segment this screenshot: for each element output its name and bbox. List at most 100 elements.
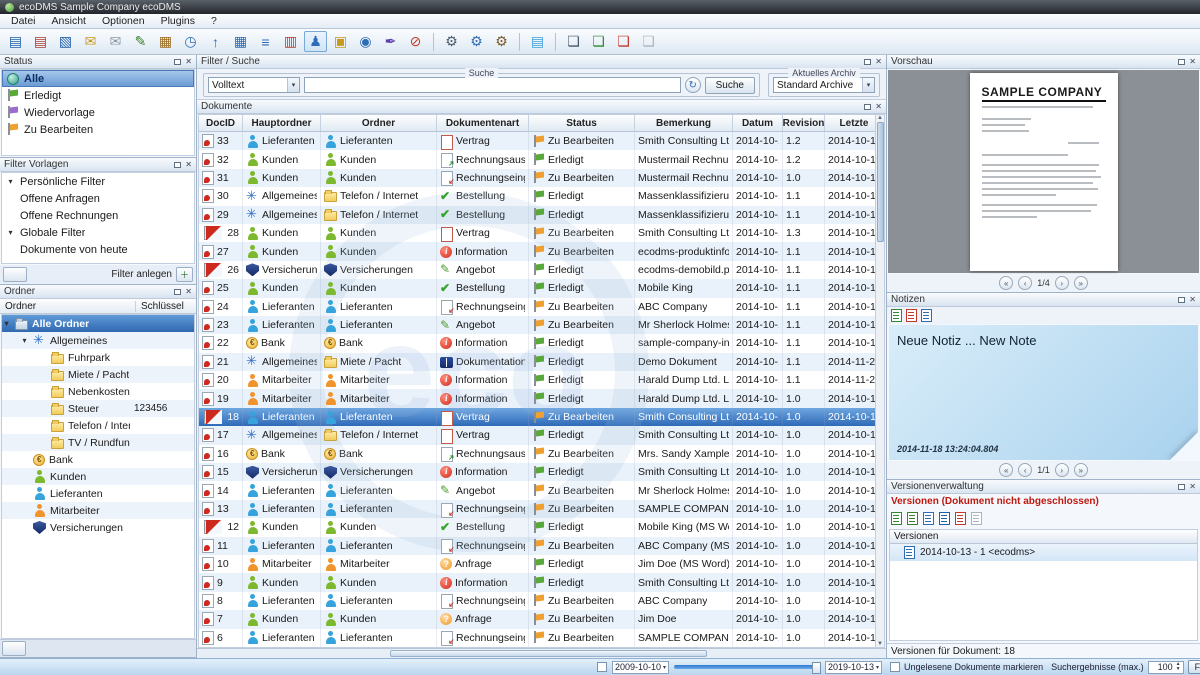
folder-item-mitarbeiter[interactable]: Mitarbeiter [2, 502, 194, 519]
table-row[interactable]: 6LieferantenLieferantenRechnungseingangZ… [199, 629, 884, 647]
filter-item-offene-anfragen[interactable]: Offene Anfragen [2, 190, 194, 207]
sticky-note-icon[interactable]: ▤ [526, 31, 549, 52]
table-row[interactable]: 18LieferantenLieferantenVertragZu Bearbe… [199, 408, 884, 426]
table-row[interactable]: 16BankBankRechnungsausgangZu BearbeitenM… [199, 445, 884, 463]
save-icon[interactable]: ▤ [4, 31, 27, 52]
filter-item-offene-rechnungen[interactable]: Offene Rechnungen [2, 207, 194, 224]
add-filter-button[interactable]: ＋ [176, 267, 193, 282]
column-header-docid[interactable]: DocID [199, 115, 243, 131]
menu-item-[interactable]: ? [203, 15, 225, 27]
table-row[interactable]: 19MitarbeiterMitarbeiterInformationErled… [199, 389, 884, 407]
scrollbar-thumb[interactable] [877, 122, 884, 242]
date-filter-checkbox[interactable] [597, 662, 607, 672]
table-row[interactable]: 24LieferantenLieferantenRechnungseingang… [199, 298, 884, 316]
first-page-button[interactable]: « [999, 276, 1013, 290]
search-dialog-icon[interactable]: ◉ [354, 31, 377, 52]
menu-item-plugins[interactable]: Plugins [153, 15, 203, 27]
search-button[interactable]: Suche [705, 77, 755, 94]
document-preview[interactable]: SAMPLE COMPANY [888, 70, 1199, 273]
export-pdf-icon[interactable]: ▤ [29, 31, 52, 52]
new-document-icon[interactable]: ❏ [562, 31, 585, 52]
expander-icon[interactable]: ▾ [2, 319, 11, 328]
scrollbar-thumb[interactable] [390, 650, 707, 657]
column-header-status[interactable]: Status [529, 115, 635, 131]
table-row[interactable]: 21AllgemeinesMiete / PachtDokumentationE… [199, 353, 884, 371]
block-icon[interactable]: ⊘ [404, 31, 427, 52]
folders-column-key[interactable]: Schlüssel [136, 301, 196, 312]
table-row[interactable]: 17AllgemeinesTelefon / InternetVertragEr… [199, 426, 884, 444]
open-email-icon[interactable]: ✉ [104, 31, 127, 52]
folder-item-miete-pacht[interactable]: Miete / Pacht [2, 366, 194, 383]
folders-column-name[interactable]: Ordner [0, 301, 136, 312]
results-max-spinner[interactable]: 100 ▲▼ [1148, 661, 1184, 674]
folder-item-tv-rundfunk[interactable]: TV / Rundfunk [2, 434, 194, 451]
split-view-icon[interactable]: ≡ [254, 31, 277, 52]
undock-icon[interactable] [174, 289, 181, 295]
scroll-up-icon[interactable]: ▲ [877, 115, 883, 121]
close-icon[interactable]: ✕ [1189, 483, 1196, 491]
table-row[interactable]: 13LieferantenLieferantenRechnungseingang… [199, 500, 884, 518]
table-row[interactable]: 22BankBankInformationErledigtsample-comp… [199, 334, 884, 352]
table-row[interactable]: 15VersicherungenVersicherungenInformatio… [199, 463, 884, 481]
undock-icon[interactable] [174, 162, 181, 168]
finalize-version-icon[interactable]: ❏ [612, 31, 635, 52]
save-as-icon[interactable]: ▧ [54, 31, 77, 52]
undock-icon[interactable] [864, 59, 871, 65]
folder-panel-footer-button[interactable] [2, 641, 26, 656]
checkout-version-icon[interactable] [891, 512, 902, 525]
table-row[interactable]: 10MitarbeiterMitarbeiterAnfrageErledigtJ… [199, 555, 884, 573]
users-icon[interactable]: ♟ [304, 31, 327, 52]
add-version-icon[interactable]: ❏ [587, 31, 610, 52]
undock-icon[interactable] [1178, 59, 1185, 65]
status-item-alle[interactable]: Alle [2, 70, 194, 87]
folder-item-bank[interactable]: Bank [2, 451, 194, 468]
settings-system-icon[interactable]: ⚙ [490, 31, 513, 52]
folder-item-nebenkosten[interactable]: Nebenkosten [2, 383, 194, 400]
date-from-select[interactable]: 2009-10-10 ▾ [612, 661, 669, 674]
close-icon[interactable]: ✕ [1189, 296, 1196, 304]
table-row[interactable]: 28KundenKundenVertragZu BearbeitenSmith … [199, 224, 884, 242]
vertical-scrollbar[interactable]: ▲ ▼ [875, 115, 884, 647]
archive-select[interactable]: Standard Archive ▾ [773, 77, 875, 93]
expander-icon[interactable]: ▾ [6, 177, 15, 186]
table-row[interactable]: 31KundenKundenRechnungseingangZu Bearbei… [199, 169, 884, 187]
history-clock-icon[interactable]: ◷ [179, 31, 202, 52]
search-mode-select[interactable]: Volltext ▾ [208, 77, 300, 93]
prev-page-button[interactable]: ‹ [1018, 463, 1032, 477]
close-icon[interactable]: ✕ [185, 161, 192, 169]
close-icon[interactable]: ✕ [875, 103, 882, 111]
expander-icon[interactable]: ▾ [20, 336, 29, 345]
undock-icon[interactable] [864, 104, 871, 110]
column-header-hauptordner[interactable]: Hauptordner [243, 115, 321, 131]
edit-document-icon[interactable]: ✎ [129, 31, 152, 52]
delete-note-icon[interactable] [906, 309, 917, 322]
folder-item-versicherungen[interactable]: Versicherungen [2, 519, 194, 536]
table-row[interactable]: 11LieferantenLieferantenRechnungseingang… [199, 537, 884, 555]
prev-page-button[interactable]: ‹ [1018, 276, 1032, 290]
close-icon[interactable]: ✕ [1189, 58, 1196, 66]
delete-version-icon[interactable] [955, 512, 966, 525]
table-row[interactable]: 7KundenKundenAnfrageZu BearbeitenJim Doe… [199, 610, 884, 628]
table-row[interactable]: 33LieferantenLieferantenVertragZu Bearbe… [199, 132, 884, 150]
folder-images-icon[interactable]: ▣ [329, 31, 352, 52]
table-row[interactable]: 30AllgemeinesTelefon / InternetBestellun… [199, 187, 884, 205]
table-row[interactable]: 14LieferantenLieferantenAngebotZu Bearbe… [199, 481, 884, 499]
scroll-down-icon[interactable]: ▼ [877, 641, 883, 647]
table-row[interactable]: 27KundenKundenInformationZu Bearbeitenec… [199, 242, 884, 260]
folder-item-allgemeines[interactable]: ▾Allgemeines [2, 332, 194, 349]
undock-icon[interactable] [1178, 484, 1185, 490]
menu-item-datei[interactable]: Datei [3, 15, 44, 27]
next-page-button[interactable]: › [1055, 276, 1069, 290]
spinner-arrows-icon[interactable]: ▲▼ [1174, 662, 1183, 672]
filter-group-pers-nliche-filter[interactable]: ▾Persönliche Filter [2, 173, 194, 190]
export-note-icon[interactable] [921, 309, 932, 322]
undock-icon[interactable] [174, 59, 181, 65]
view-version-icon[interactable] [923, 512, 934, 525]
refresh-icon[interactable]: ↻ [685, 77, 701, 93]
last-page-button[interactable]: » [1074, 276, 1088, 290]
signature-icon[interactable]: ✒ [379, 31, 402, 52]
date-range-slider[interactable] [674, 665, 820, 669]
date-to-select[interactable]: 2019-10-13 ▾ [825, 661, 882, 674]
finalize-document-icon[interactable] [971, 512, 982, 525]
folder-item-lieferanten[interactable]: Lieferanten [2, 485, 194, 502]
